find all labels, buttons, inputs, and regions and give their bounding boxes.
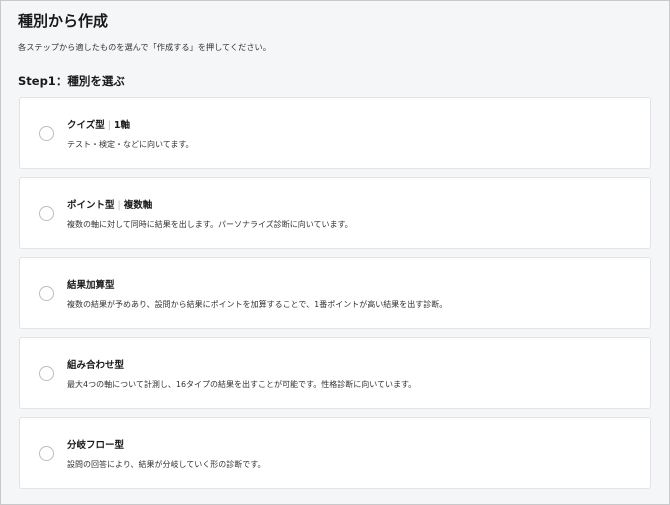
option-name: クイズ型 [67, 120, 105, 131]
title-separator: | [107, 120, 111, 131]
radio-button[interactable] [39, 126, 54, 141]
type-option-point[interactable]: ポイント型 | 複数軸 複数の軸に対して同時に結果を出します。パーソナライズ診断に向… [19, 177, 651, 249]
option-description: 設問の回答により、結果が分岐していく形の診断です。 [67, 460, 266, 469]
step1-title: Step1：種別を選ぶ [18, 74, 125, 88]
type-option-result-add[interactable]: 結果加算型 複数の結果が予めあり、設問から結果にポイントを加算することで、1番ポ… [19, 257, 651, 329]
type-option-list: クイズ型 | 1軸 テスト・検定・などに向いてます。 ポイント型 | 複数軸 複数の軸に… [19, 97, 651, 497]
page-title: 種別から作成 [18, 12, 109, 30]
radio-button[interactable] [39, 286, 54, 301]
option-title: クイズ型 | 1軸 [67, 117, 130, 131]
option-axis: 複数軸 [123, 200, 153, 211]
type-option-branch-flow[interactable]: 分岐フロー型 設問の回答により、結果が分岐していく形の診断です。 [19, 417, 651, 489]
option-axis: 1軸 [113, 120, 131, 131]
option-description: 最大4つの軸について計測し、16タイプの結果を出すことが可能です。性格診断に向い… [67, 380, 417, 389]
radio-button[interactable] [39, 206, 54, 221]
option-description: テスト・検定・などに向いてます。 [67, 140, 194, 149]
option-title: 分岐フロー型 [67, 440, 125, 451]
radio-button[interactable] [39, 446, 54, 461]
option-description: 複数の結果が予めあり、設問から結果にポイントを加算することで、1番ポイントが高い… [67, 300, 448, 309]
option-title: 組み合わせ型 [67, 360, 125, 371]
option-name: ポイント型 [67, 200, 115, 211]
option-title: ポイント型 | 複数軸 [67, 197, 152, 211]
option-description: 複数の軸に対して同時に結果を出します。パーソナライズ診断に向いています。 [67, 220, 353, 229]
radio-button[interactable] [39, 366, 54, 381]
type-option-combination[interactable]: 組み合わせ型 最大4つの軸について計測し、16タイプの結果を出すことが可能です。… [19, 337, 651, 409]
option-title: 結果加算型 [67, 280, 115, 291]
title-separator: | [117, 200, 121, 211]
page-description: 各ステップから適したものを選んで「作成する」を押してください。 [18, 42, 271, 52]
create-by-type-panel: 種別から作成 各ステップから適したものを選んで「作成する」を押してください。 S… [0, 0, 670, 505]
type-option-quiz[interactable]: クイズ型 | 1軸 テスト・検定・などに向いてます。 [19, 97, 651, 169]
